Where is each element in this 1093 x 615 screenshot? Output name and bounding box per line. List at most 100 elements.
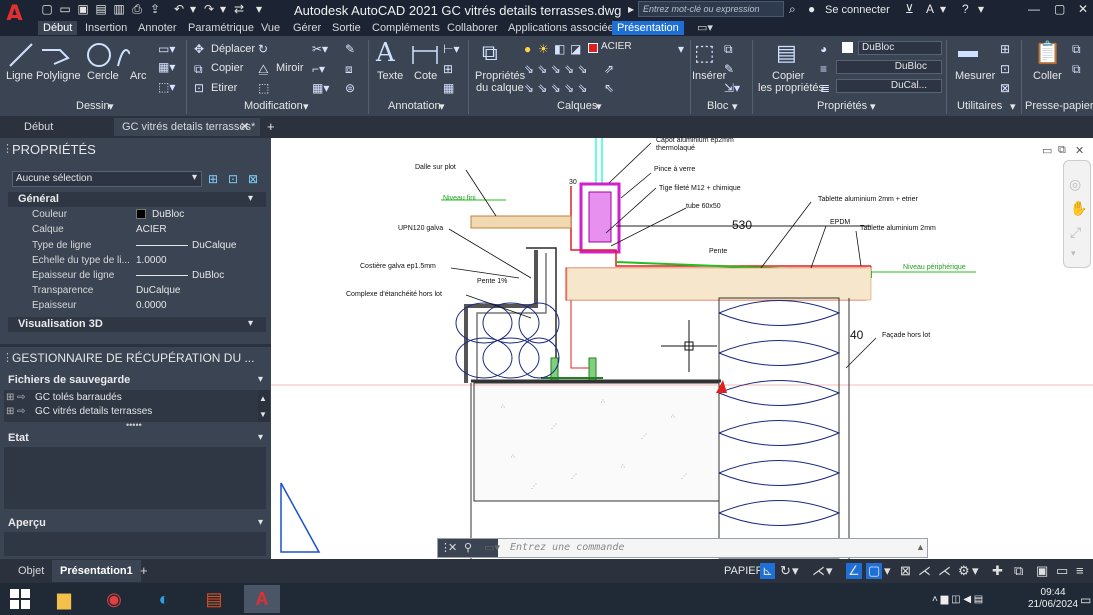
polar-dropdown-icon[interactable]: ▾ [826,563,833,579]
layer-match-icon[interactable]: ⇗ [604,62,614,76]
array-icon[interactable]: ▦▾ [312,81,329,95]
polyline-button[interactable]: Polyligne [36,70,81,82]
help-dropdown-icon[interactable]: ▾ [978,2,984,16]
close-tab-icon[interactable]: ✕ [240,120,249,133]
maximize-icon[interactable]: ▢ [1054,2,1065,16]
tab-presentation[interactable]: Présentation [612,21,684,35]
splitter-grip-icon[interactable]: ••••• [126,420,142,430]
new-file-icon[interactable]: ▢ [40,2,54,16]
copy-clip-icon[interactable]: ⧉ [1072,62,1081,77]
snap-icon[interactable]: ↻ [780,563,791,579]
tab-annoter[interactable]: Annoter [133,21,182,35]
zoom-extents-icon[interactable]: ⤢ [1070,224,1081,241]
explode-icon[interactable]: ⧈ [345,62,353,77]
panel-bloc[interactable]: Bloc [707,100,728,112]
windows-start-icon[interactable] [10,589,30,609]
mirror-button[interactable]: Miroir [276,62,304,74]
prop-value-couleur[interactable]: DuBloc [152,209,184,220]
line-button[interactable]: Ligne [6,70,33,82]
publish-icon[interactable]: ⇪ [148,2,162,16]
panel-proprietes[interactable]: Propriétés [817,100,867,112]
lineweight-icon[interactable]: ≣ [820,81,830,95]
text-button[interactable]: Texte [377,70,403,82]
share-icon[interactable]: ⇄ [232,2,246,16]
annotation-monitor-icon[interactable]: ✚ [992,563,1003,579]
help-icon[interactable]: ? [962,2,969,16]
erase-icon[interactable]: ✎ [345,42,355,56]
preview-collapse-icon[interactable]: ▾ [258,517,263,528]
paste-icon[interactable]: 📋 [1034,40,1061,66]
clean-screen-icon[interactable]: ▭ [1056,563,1068,579]
measure-icon[interactable]: ▬ [958,40,978,63]
selection-chevron-icon[interactable]: ▾ [192,172,197,183]
text-icon[interactable]: A [376,38,395,68]
scroll-up-icon[interactable]: ▲ [259,394,267,403]
state-collapse-icon[interactable]: ▾ [258,432,263,443]
exchange-dropdown-icon[interactable]: ▾ [940,2,946,16]
pan-hand-icon[interactable]: ✋ [1070,200,1087,217]
customization-icon[interactable]: ≡ [1076,563,1084,578]
lineweight-dropdown[interactable]: DuCal... [836,79,942,93]
selection-dropdown[interactable]: Aucune sélection [12,171,202,187]
rotate-icon[interactable]: ↻ [258,42,268,56]
linetype-icon[interactable]: ≡ [820,62,827,76]
autocad-taskbar-icon[interactable]: A [244,585,280,613]
panel-annotation-dropdown-icon[interactable]: ▾ [439,100,445,113]
autodesk-app-icon[interactable]: A [926,2,934,16]
palette-splitter[interactable] [0,344,271,347]
cut-icon[interactable]: ⧉ [1072,42,1081,57]
layout-tab-objet[interactable]: Objet [10,560,52,582]
tab-insertion[interactable]: Insertion [80,21,132,35]
system-tray-icons[interactable]: ˄ ▆ ◫ ◀ ▤ [932,594,983,605]
viewport-minimize-icon[interactable]: ▭ [1042,144,1052,157]
workspace-gear-icon[interactable]: ⚙ [958,563,970,579]
table-icon[interactable]: ⊞ [443,62,453,76]
grid-icon[interactable]: ⊾ [760,563,775,579]
backup-file-item[interactable]: GC vitrés details terrasses [35,406,152,417]
recovery-grip-icon[interactable]: ⋮ [2,351,13,364]
general-section-header[interactable]: Général [8,192,266,207]
otrack-dropdown-icon[interactable]: ▾ [884,563,891,579]
steering-wheel-icon[interactable]: ◎ [1069,176,1081,193]
viewport-restore-icon[interactable]: ⧉ [1058,144,1066,157]
command-customize-icon[interactable]: ⚲ [464,541,472,554]
leader-icon[interactable]: ⊢▾ [443,42,459,56]
dimension-button[interactable]: Cote [414,70,437,82]
search-expand-icon[interactable]: ▸ [628,2,634,16]
lineweight-display-icon[interactable]: ⊠ [900,563,911,579]
rectangle-icon[interactable]: ▭▾ [158,42,175,56]
user-icon[interactable]: ● [808,2,815,16]
backup-collapse-icon[interactable]: ▾ [258,374,263,385]
tab-parametrique[interactable]: Paramétrique [183,21,259,35]
panel-dessin-dropdown-icon[interactable]: ▾ [108,100,114,113]
prop-value-linetype[interactable]: DuCalque [192,240,236,251]
color-wheel-icon[interactable]: ◕ [820,42,827,56]
snap-dropdown-icon[interactable]: ▾ [792,563,799,579]
osnap-icon[interactable]: ∠ [846,563,862,579]
panel-modification[interactable]: Modification [244,100,303,112]
layer-tools-row2-icons[interactable]: ⇘ ⇘ ⇘ ⇘ ⇘ [524,81,588,95]
quick-select-palette-icon[interactable]: ⊠ [248,172,258,186]
linetype-dropdown[interactable]: DuBloc [836,60,942,74]
layer-plot-icon[interactable]: ◪ [570,42,581,56]
calculator-icon[interactable]: ⊞ [1000,42,1010,56]
color-dropdown[interactable]: DuBloc [858,41,942,55]
vis3d-collapse-icon[interactable]: ▾ [248,318,253,329]
id-point-icon[interactable]: ⊠ [1000,81,1010,95]
tab-gerer[interactable]: Gérer [288,21,326,35]
layer-properties-button-line2[interactable]: du calque [476,82,524,94]
open-file-icon[interactable]: ▭ [58,2,72,16]
tab-collaborer[interactable]: Collaborer [442,21,503,35]
cart-icon[interactable]: ⊻ [905,2,914,16]
layer-lock-icon[interactable]: ◧ [554,42,565,56]
command-history-icon[interactable]: ▲ [916,542,925,552]
measure-button[interactable]: Mesurer [955,70,995,82]
vis3d-section-header[interactable]: Visualisation 3D [8,317,266,332]
file-explorer-icon[interactable]: ▆ [46,585,82,613]
arc-button[interactable]: Arc [130,70,147,82]
panel-utilitaires[interactable]: Utilitaires [957,100,1002,112]
select-objects-icon[interactable]: ⊡ [228,172,238,186]
layer-dropdown-chevron-icon[interactable]: ▾ [678,42,684,56]
doc-tab-drawing[interactable]: GC vitrés details terrasses* [114,118,260,136]
prop-value-lineweight[interactable]: DuBloc [192,270,224,281]
